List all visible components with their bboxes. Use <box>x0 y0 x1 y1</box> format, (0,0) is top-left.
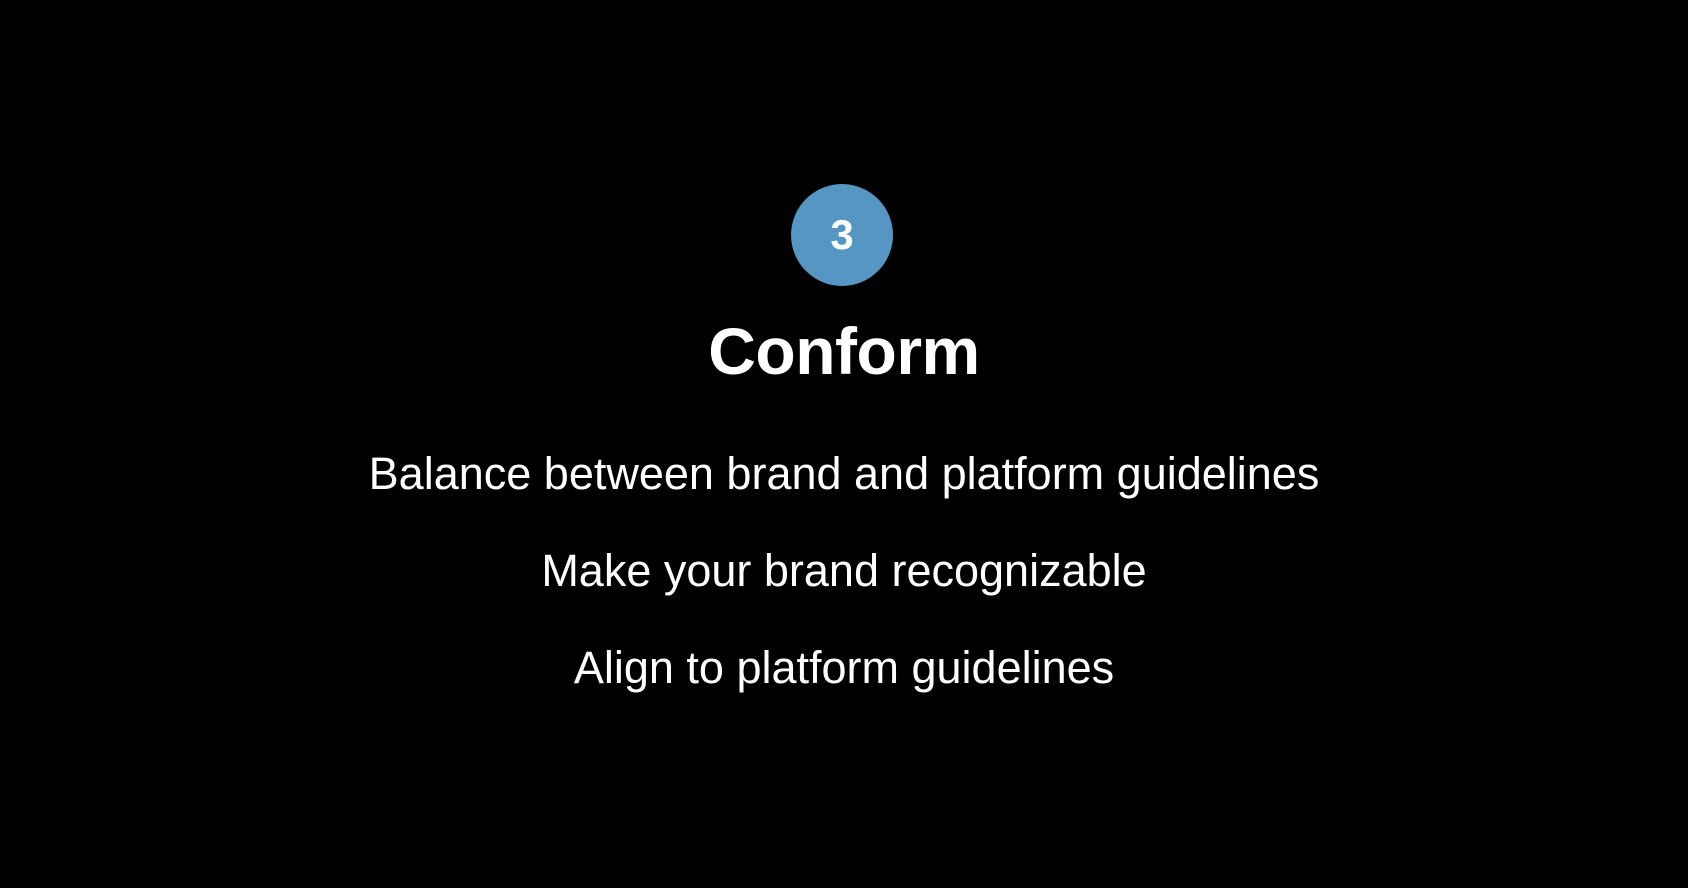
step-number: 3 <box>830 211 854 258</box>
bullet-point: Align to platform guidelines <box>573 642 1115 693</box>
step-number-badge: 3 <box>791 184 893 286</box>
slide-title: Conform <box>708 314 980 388</box>
bullet-point: Balance between brand and platform guide… <box>368 448 1320 499</box>
bullet-point: Make your brand recognizable <box>541 545 1147 596</box>
slide: 3 Conform Balance between brand and plat… <box>0 0 1688 888</box>
